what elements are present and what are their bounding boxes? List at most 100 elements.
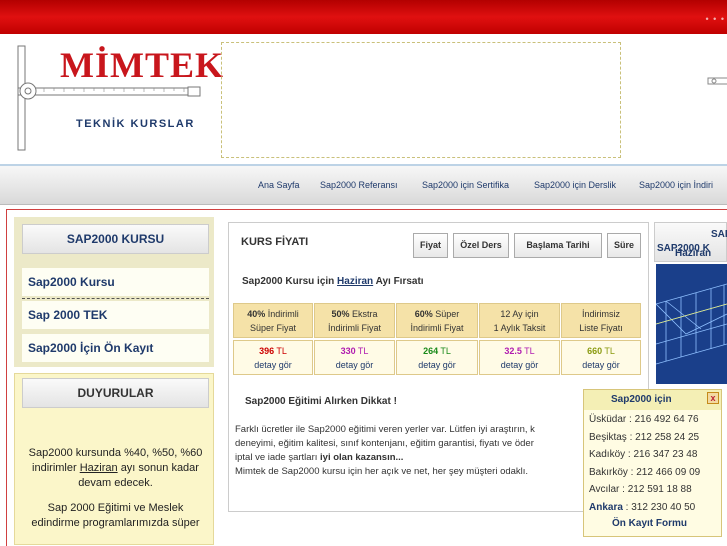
- close-icon[interactable]: x: [707, 392, 719, 404]
- branch-name: Beşiktaş: [589, 431, 627, 443]
- branch-name: Kadıköy: [589, 449, 626, 460]
- price-percent: 60%: [414, 309, 433, 319]
- branch-phone-row: Ankara : 312 230 40 50: [589, 502, 695, 513]
- right-logo-fragment: [706, 42, 727, 122]
- notice-line-3a: iptal ve iade şartları: [235, 452, 318, 463]
- promo-month-link[interactable]: Haziran: [337, 276, 373, 287]
- announcement-text-1: Sap2000 kursunda %40, %50, %60 indirimle…: [22, 446, 209, 491]
- branch-phone-row: Avcılar : 212 591 18 88: [589, 484, 692, 495]
- branch-name: Avcılar: [589, 484, 620, 495]
- price-amount: 264: [423, 346, 439, 356]
- price-detail-link[interactable]: detay gör: [562, 358, 640, 372]
- nav-derslik[interactable]: Sap2000 için Derslik: [534, 180, 616, 190]
- branch-name: Ankara: [589, 501, 623, 513]
- branch-phone-row: Üsküdar : 216 492 64 76: [589, 414, 699, 425]
- price-value: 396 TL: [259, 346, 287, 356]
- price-value: 264 TL: [423, 346, 451, 356]
- price-detail-link[interactable]: detay gör: [397, 358, 477, 372]
- branch-phone-row: Bakırköy : 212 466 09 09: [589, 467, 700, 478]
- popup-header: Sap2000 için x: [584, 390, 721, 410]
- notice-title: Sap2000 Eğitimi Alırken Dikkat !: [245, 396, 397, 407]
- brand-subtitle: TEKNİK KURSLAR: [76, 118, 195, 130]
- right-heading-l1: SAP: [711, 229, 727, 240]
- price-label-cell: 40% İndirimli Süper Fiyat: [233, 303, 313, 338]
- price-label-line-1: 50% Ekstra: [331, 309, 378, 319]
- price-label-cell: 12 Ay için 1 Aylık Taksit: [479, 303, 560, 338]
- promo-text-before: Sap2000 Kursu için: [242, 276, 335, 287]
- notice-line-3b: iyi olan kazansın...: [320, 452, 404, 463]
- frame-structure-illustration: [656, 264, 727, 384]
- nav-ana-sayfa[interactable]: Ana Sayfa: [258, 180, 300, 190]
- brand-name: MİMTEK: [60, 45, 224, 85]
- branch-phone: : 212 258 24 25: [626, 431, 700, 443]
- price-percent: 50%: [331, 309, 350, 319]
- mimtek-logo[interactable]: MİMTEK TEKNİK KURSLAR: [14, 44, 223, 154]
- branch-name: Üsküdar: [589, 414, 627, 425]
- price-label-line-1: 60% Süper: [414, 309, 460, 319]
- right-heading-l3: Haziran: [675, 248, 712, 259]
- branch-phone: : 216 347 23 48: [625, 449, 698, 460]
- tab-baslama-tarihi[interactable]: Başlama Tarihi: [514, 233, 602, 258]
- price-label-line-2: İndirimli Fiyat: [410, 323, 464, 333]
- branch-phone: : 312 230 40 50: [622, 501, 696, 513]
- price-label-line-2: Liste Fiyatı: [579, 323, 623, 333]
- branch-phone-row: Beşiktaş : 212 258 24 25: [589, 432, 699, 443]
- announcement-text-3: edindirme programlarımızda süper: [31, 517, 200, 529]
- price-label-line-1: 12 Ay için: [500, 309, 539, 319]
- nav-referans[interactable]: Sap2000 Referansı: [320, 180, 398, 190]
- price-amount: 396: [259, 346, 275, 356]
- price-detail-link[interactable]: detay gör: [480, 358, 559, 372]
- price-value-cell: 32.5 TL detay gör: [479, 340, 560, 375]
- right-column-heading: SAP SAP2000 K Haziran: [654, 222, 727, 262]
- price-label-cell: İndirimsiz Liste Fiyatı: [561, 303, 641, 338]
- nav-indirim[interactable]: Sap2000 için İndiri: [639, 180, 713, 190]
- structure-image[interactable]: [656, 264, 727, 384]
- popup-title: Sap2000 için: [611, 394, 672, 405]
- branch-phone: : 212 466 09 09: [627, 466, 701, 478]
- nav-sertifika[interactable]: Sap2000 için Sertifika: [422, 180, 509, 190]
- announcements-heading: DUYURULAR: [22, 378, 209, 408]
- branch-name: Bakırköy: [589, 466, 628, 478]
- sidebar-separator: [22, 298, 209, 299]
- branch-phone: : 216 492 64 76: [626, 414, 699, 425]
- price-value-cell: 396 TL detay gör: [233, 340, 313, 375]
- tab-sure[interactable]: Süre: [607, 233, 641, 258]
- top-dots: • • •: [705, 14, 725, 24]
- on-kayit-form-link[interactable]: Ön Kayıt Formu: [612, 518, 687, 529]
- price-detail-link[interactable]: detay gör: [234, 358, 312, 372]
- sidebar-heading: SAP2000 KURSU: [22, 224, 209, 254]
- promo-title: Sap2000 Kursu için Haziran Ayı Fırsatı: [242, 276, 424, 287]
- tab-ozel-ders[interactable]: Özel Ders: [453, 233, 509, 258]
- price-label-line-2: Süper Fiyat: [249, 323, 297, 333]
- price-amount: 32.5: [504, 346, 522, 356]
- price-value: 330 TL: [340, 346, 369, 356]
- ruler-fragment-icon: [707, 77, 727, 85]
- price-label-cell: 50% Ekstra İndirimli Fiyat: [314, 303, 395, 338]
- announcement-month-link[interactable]: Haziran: [80, 462, 118, 474]
- price-amount: 660: [587, 346, 603, 356]
- branch-phone-row: Kadıköy : 216 347 23 48: [589, 449, 697, 460]
- price-value-cell: 660 TL detay gör: [561, 340, 641, 375]
- price-value-cell: 264 TL detay gör: [396, 340, 478, 375]
- promo-text-after: Ayı Fırsatı: [375, 276, 424, 287]
- top-bar: • • •: [0, 0, 727, 34]
- price-value: 32.5 TL: [504, 346, 535, 356]
- course-price-title: KURS FİYATI: [241, 236, 309, 248]
- price-detail-link[interactable]: detay gör: [315, 358, 394, 372]
- price-value-cell: 330 TL detay gör: [314, 340, 395, 375]
- price-label-cell: 60% Süper İndirimli Fiyat: [396, 303, 478, 338]
- sidebar-item-on-kayit[interactable]: Sap2000 İçin Ön Kayıt: [22, 334, 209, 362]
- price-label-line-2: 1 Aylık Taksit: [493, 323, 546, 333]
- price-value: 660 TL: [587, 346, 615, 356]
- price-percent: 40%: [247, 309, 266, 319]
- sidebar-item-sap2000-kursu[interactable]: Sap2000 Kursu: [22, 268, 209, 296]
- banner-placeholder: [221, 42, 621, 158]
- contact-popup: Sap2000 için x Üsküdar : 216 492 64 76 Be…: [583, 389, 722, 537]
- sidebar-item-sap-2000-tek[interactable]: Sap 2000 TEK: [22, 301, 209, 329]
- top-navigation: Ana Sayfa Sap2000 Referansı Sap2000 için…: [0, 166, 727, 205]
- price-label-line-1: İndirimsiz: [581, 309, 620, 319]
- announcement-text-2: Sap 2000 Eğitimi ve Meslek: [47, 502, 184, 514]
- branch-phone: : 212 591 18 88: [619, 484, 692, 495]
- price-amount: 330: [340, 346, 356, 356]
- tab-fiyat[interactable]: Fiyat: [413, 233, 448, 258]
